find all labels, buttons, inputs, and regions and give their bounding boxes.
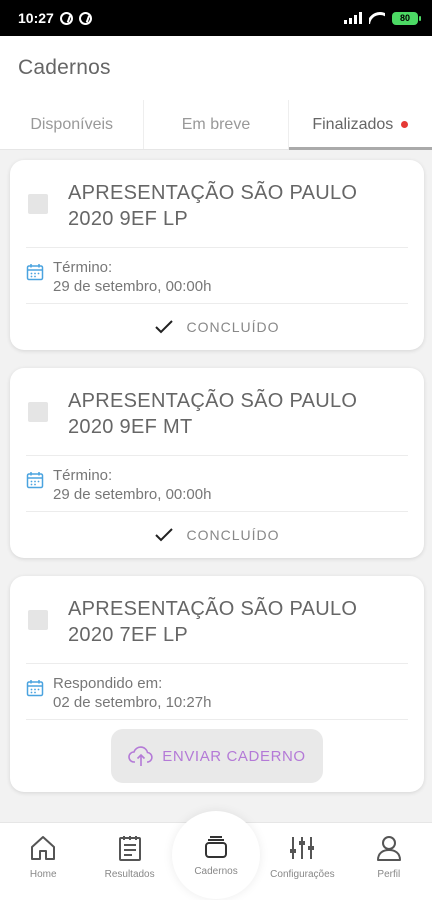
nav-cadernos[interactable]: Cadernos [172,811,261,900]
nav-resultados[interactable]: Resultados [86,823,172,900]
clipboard-icon [118,836,141,861]
notebook-icon [205,835,228,858]
card-checkbox[interactable] [28,194,48,214]
notification-icon [78,11,92,25]
date-value: 29 de setembro, 00:00h [53,278,212,295]
date-value: 29 de setembro, 00:00h [53,486,212,503]
status-time: 10:27 [18,10,54,26]
date-value: 02 de setembro, 10:27h [53,694,212,711]
tab-disponiveis[interactable]: Disponíveis [0,100,145,149]
tab-em-breve[interactable]: Em breve [144,100,289,149]
user-icon [376,836,401,861]
notification-dot [401,121,409,128]
date-label: Respondido em: [53,675,163,692]
status-completed: CONCLUÍDO [154,319,279,335]
signal-icon [344,12,362,24]
date-label: Término: [53,467,113,484]
calendar-icon [26,680,44,697]
calendar-icon [26,472,44,489]
calendar-icon [26,264,44,281]
page-title: Cadernos [18,56,111,79]
bottom-nav: Home Resultados Cadernos Configurações P… [0,811,432,900]
card-checkbox[interactable] [28,610,48,630]
send-notebook-button[interactable]: ENVIAR CADERNO [111,729,323,783]
app-header: Cadernos [0,36,432,100]
tab-bar: Disponíveis Em breve Finalizados [0,100,432,150]
battery-icon: 80 [392,11,421,25]
notebook-card[interactable]: APRESENTAÇÃO SÃO PAULO 2020 9EF LP Térmi… [10,160,424,350]
notebook-card[interactable]: APRESENTAÇÃO SÃO PAULO 2020 9EF MT Térmi… [10,368,424,558]
tab-finalizados[interactable]: Finalizados [288,100,432,150]
nav-perfil[interactable]: Perfil [346,823,432,900]
card-title: APRESENTAÇÃO SÃO PAULO 2020 9EF LP [68,182,358,230]
notification-icon [59,11,73,25]
notebook-list: APRESENTAÇÃO SÃO PAULO 2020 9EF LP Térmi… [10,160,424,810]
card-title: APRESENTAÇÃO SÃO PAULO 2020 9EF MT [68,390,358,438]
card-title: APRESENTAÇÃO SÃO PAULO 2020 7EF LP [68,598,358,646]
notebook-card[interactable]: APRESENTAÇÃO SÃO PAULO 2020 7EF LP Respo… [10,576,424,792]
sliders-icon [290,837,315,859]
cloud-upload-icon [128,746,153,766]
status-completed: CONCLUÍDO [154,527,279,543]
status-bar: 10:27 80 [0,0,432,36]
send-button-label: ENVIAR CADERNO [162,747,306,765]
nav-configuracoes[interactable]: Configurações [259,823,345,900]
status-label: CONCLUÍDO [186,319,280,335]
card-checkbox[interactable] [28,402,48,422]
date-label: Término: [53,259,113,276]
status-label: CONCLUÍDO [186,527,280,543]
home-icon [31,836,56,860]
check-icon [155,528,174,542]
wifi-icon [369,12,385,24]
check-icon [155,320,174,334]
nav-home[interactable]: Home [0,823,86,900]
